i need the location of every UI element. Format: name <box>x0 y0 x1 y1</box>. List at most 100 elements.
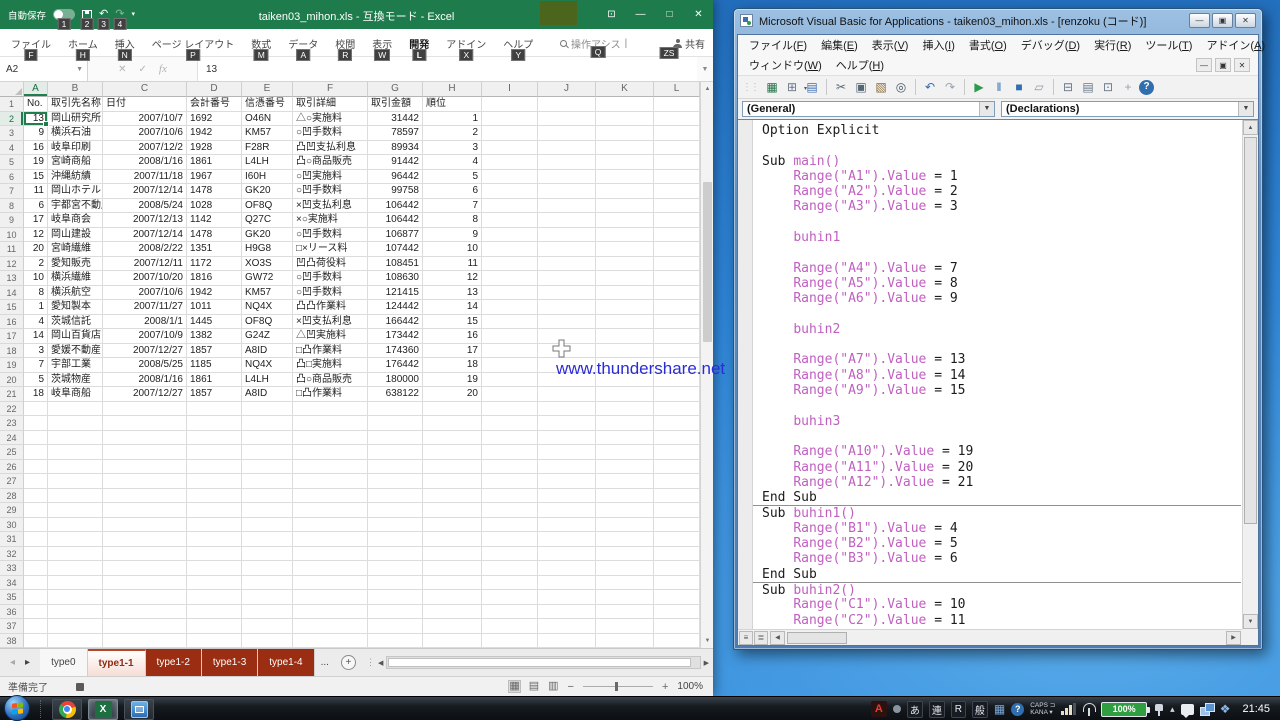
macro-record-icon[interactable] <box>76 683 84 691</box>
cell-E32[interactable] <box>242 547 293 562</box>
combobox-dropdown-icon[interactable]: ▼ <box>979 102 994 116</box>
find-icon[interactable]: ◎ <box>892 78 910 96</box>
cell-B2[interactable]: 岡山研究所 <box>48 112 103 127</box>
ime-general-button[interactable]: 般 <box>972 701 988 718</box>
run-icon[interactable]: ▶ <box>970 78 988 96</box>
cell-I10[interactable] <box>482 228 538 243</box>
cell-A33[interactable] <box>24 561 48 576</box>
cell-F13[interactable]: ○凹手数料 <box>293 271 368 286</box>
cell-B17[interactable]: 岡山百貨店 <box>48 329 103 344</box>
cell-J16[interactable] <box>538 315 596 330</box>
cell-A20[interactable]: 5 <box>24 373 48 388</box>
code-editor[interactable]: Option Explicit Sub main() Range("A1").V… <box>738 119 1258 645</box>
cell-G6[interactable]: 96442 <box>368 170 423 185</box>
cell-D35[interactable] <box>187 590 242 605</box>
row-header-6[interactable]: 6 <box>0 170 24 185</box>
cell-C13[interactable]: 2007/10/20 <box>103 271 187 286</box>
row-header-2[interactable]: 2 <box>0 112 24 127</box>
cell-C20[interactable]: 2008/1/16 <box>103 373 187 388</box>
cell-E17[interactable]: G24Z <box>242 329 293 344</box>
cell-B23[interactable] <box>48 416 103 431</box>
cell-D34[interactable] <box>187 576 242 591</box>
column-header-D[interactable]: D <box>187 82 242 97</box>
row-header-16[interactable]: 16 <box>0 315 24 330</box>
cell-B11[interactable]: 宮崎繊維 <box>48 242 103 257</box>
cell-E34[interactable] <box>242 576 293 591</box>
cell-F31[interactable] <box>293 532 368 547</box>
cell-F9[interactable]: ×○実施料 <box>293 213 368 228</box>
cell-I20[interactable] <box>482 373 538 388</box>
toolbox-icon[interactable]: + <box>1119 78 1137 96</box>
design-mode-icon[interactable]: ▱ <box>1030 78 1048 96</box>
cell-E10[interactable]: GK20 <box>242 228 293 243</box>
cell-C5[interactable]: 2008/1/16 <box>103 155 187 170</box>
cell-C4[interactable]: 2007/12/2 <box>103 141 187 156</box>
cell-H11[interactable]: 10 <box>423 242 482 257</box>
cell-B9[interactable]: 岐阜商会 <box>48 213 103 228</box>
hscroll-thumb[interactable] <box>787 632 847 644</box>
cell-K13[interactable] <box>596 271 654 286</box>
ime-pad-icon[interactable]: ▦ <box>994 702 1005 716</box>
taskbar-recorder-button[interactable] <box>124 699 154 720</box>
vba-menu-W[interactable]: ウィンドウ(W) <box>742 57 829 73</box>
cell-G27[interactable] <box>368 474 423 489</box>
cell-H19[interactable]: 18 <box>423 358 482 373</box>
cell-K35[interactable] <box>596 590 654 605</box>
cell-A6[interactable]: 15 <box>24 170 48 185</box>
cell-H18[interactable]: 17 <box>423 344 482 359</box>
cell-E14[interactable]: KM57 <box>242 286 293 301</box>
adobe-tray-icon[interactable]: A <box>871 701 887 717</box>
cell-J10[interactable] <box>538 228 596 243</box>
cell-E20[interactable]: L4LH <box>242 373 293 388</box>
cell-E9[interactable]: Q27C <box>242 213 293 228</box>
row-header-29[interactable]: 29 <box>0 503 24 518</box>
cell-C2[interactable]: 2007/10/7 <box>103 112 187 127</box>
cell-A11[interactable]: 20 <box>24 242 48 257</box>
ribbon-tab-F[interactable]: ファイルF <box>10 36 52 51</box>
cell-K28[interactable] <box>596 489 654 504</box>
cell-F1[interactable]: 取引詳細 <box>293 97 368 112</box>
cell-D1[interactable]: 会計番号 <box>187 97 242 112</box>
cell-H28[interactable] <box>423 489 482 504</box>
cell-F3[interactable]: ○凹手数料 <box>293 126 368 141</box>
cell-L14[interactable] <box>654 286 700 301</box>
cell-D12[interactable]: 1172 <box>187 257 242 272</box>
cell-A26[interactable] <box>24 460 48 475</box>
cell-B15[interactable]: 愛知製本 <box>48 300 103 315</box>
sheet-tab-type1-3[interactable]: type1-3 <box>202 649 258 676</box>
cell-E38[interactable] <box>242 634 293 649</box>
cell-I4[interactable] <box>482 141 538 156</box>
mdi-restore-button[interactable]: ▣ <box>1215 58 1231 72</box>
sheet-tab-type1-1[interactable]: type1-1 <box>88 649 146 676</box>
cell-A2[interactable]: 13 <box>24 112 48 127</box>
cell-L21[interactable] <box>654 387 700 402</box>
row-header-26[interactable]: 26 <box>0 460 24 475</box>
cell-C19[interactable]: 2008/5/25 <box>103 358 187 373</box>
row-header-30[interactable]: 30 <box>0 518 24 533</box>
vba-menu-H[interactable]: ヘルプ(H) <box>829 57 891 73</box>
view-normal-icon[interactable]: ▦ <box>509 681 519 692</box>
cell-D24[interactable] <box>187 431 242 446</box>
cell-B24[interactable] <box>48 431 103 446</box>
formula-input[interactable]: 13 <box>198 57 697 81</box>
cell-I16[interactable] <box>482 315 538 330</box>
cell-F12[interactable]: 凹凸荷役料 <box>293 257 368 272</box>
vba-menu-R[interactable]: 実行(R) <box>1087 37 1138 53</box>
cell-B3[interactable]: 横浜石油 <box>48 126 103 141</box>
cell-D8[interactable]: 1028 <box>187 199 242 214</box>
cell-C10[interactable]: 2007/12/14 <box>103 228 187 243</box>
cell-B10[interactable]: 岡山建設 <box>48 228 103 243</box>
cell-F26[interactable] <box>293 460 368 475</box>
cell-J32[interactable] <box>538 547 596 562</box>
cell-G18[interactable]: 174360 <box>368 344 423 359</box>
cell-G35[interactable] <box>368 590 423 605</box>
cell-E11[interactable]: H9G8 <box>242 242 293 257</box>
cell-J1[interactable] <box>538 97 596 112</box>
cell-H15[interactable]: 14 <box>423 300 482 315</box>
vba-menu-V[interactable]: 表示(V) <box>865 37 916 53</box>
cell-H23[interactable] <box>423 416 482 431</box>
minimize-button[interactable]: — <box>626 0 655 29</box>
cell-A15[interactable]: 1 <box>24 300 48 315</box>
cell-H35[interactable] <box>423 590 482 605</box>
ribbon-tab-P[interactable]: ページ レイアウトP <box>151 36 236 51</box>
